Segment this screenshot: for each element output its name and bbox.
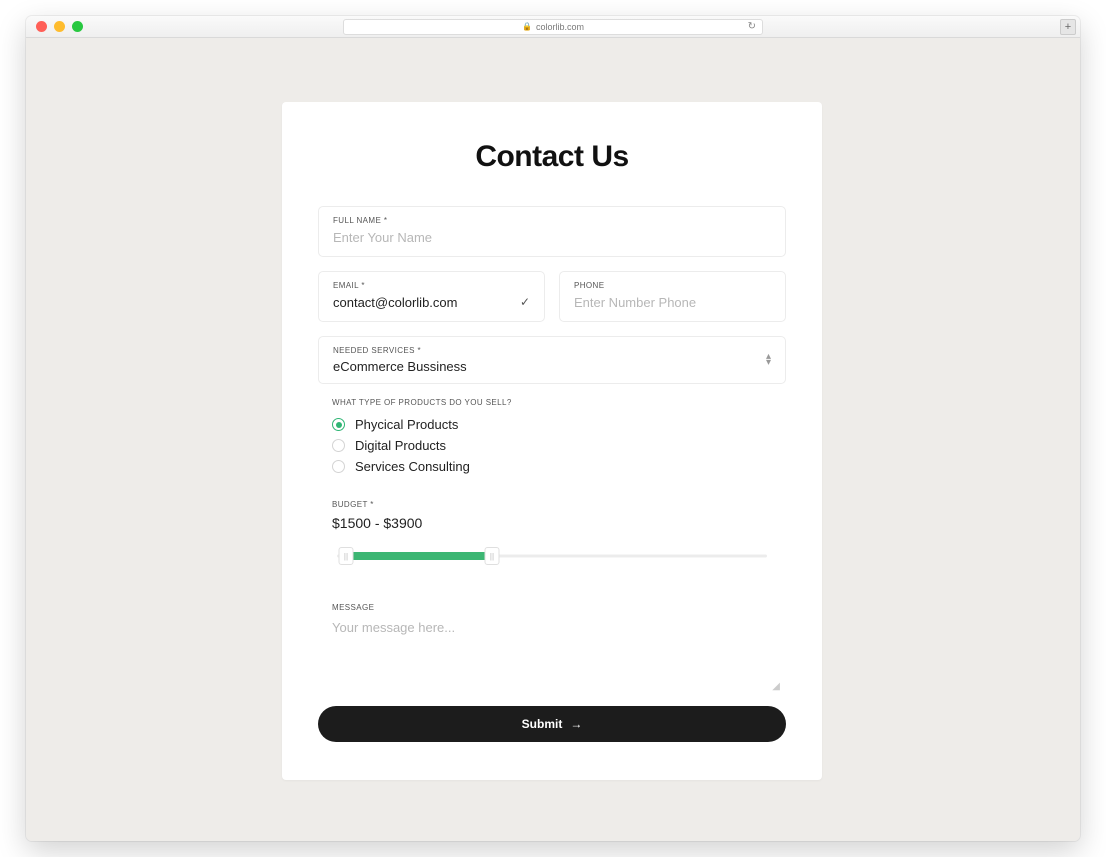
products-label: WHAT TYPE OF PRODUCTS DO YOU SELL? (332, 398, 786, 407)
radio-option-1[interactable]: Digital Products (332, 438, 786, 453)
budget-value: $1500 - $3900 (332, 515, 772, 531)
slider-handle-min[interactable]: || (339, 547, 354, 565)
check-icon: ✓ (520, 295, 530, 309)
submit-button[interactable]: Submit → (318, 706, 786, 742)
titlebar: 🔒 colorlib.com ↻ + (26, 16, 1080, 38)
phone-input[interactable] (574, 295, 771, 310)
maximize-window-icon[interactable] (72, 21, 83, 32)
radio-icon (332, 439, 345, 452)
address-bar[interactable]: 🔒 colorlib.com ↻ (343, 19, 763, 35)
email-field[interactable]: EMAIL * ✓ (318, 271, 545, 322)
contact-card: Contact Us FULL NAME * EMAIL * ✓ PHONE N… (282, 102, 822, 780)
service-value: eCommerce Bussiness (333, 359, 771, 374)
message-input[interactable] (332, 620, 772, 676)
slider-fill (346, 552, 488, 560)
budget-block: BUDGET * $1500 - $3900 || || (332, 500, 772, 563)
radio-icon (332, 460, 345, 473)
resize-grip-icon[interactable]: ◢ (332, 681, 780, 692)
new-tab-button[interactable]: + (1060, 19, 1076, 35)
fullname-label: FULL NAME * (333, 216, 771, 225)
slider-handle-max[interactable]: || (485, 547, 500, 565)
budget-slider[interactable]: || || (332, 549, 772, 563)
fullname-input[interactable] (333, 230, 771, 245)
arrow-right-icon: → (570, 717, 582, 731)
email-input[interactable] (333, 295, 530, 310)
service-field[interactable]: NEEDED SERVICES * eCommerce Bussiness ▴▾ (318, 336, 786, 384)
minimize-window-icon[interactable] (54, 21, 65, 32)
submit-label: Submit (522, 717, 563, 731)
fullname-field[interactable]: FULL NAME * (318, 206, 786, 257)
viewport: Contact Us FULL NAME * EMAIL * ✓ PHONE N… (26, 38, 1080, 841)
select-chevron-icon: ▴▾ (766, 354, 771, 366)
radio-icon (332, 418, 345, 431)
browser-window: 🔒 colorlib.com ↻ + Contact Us FULL NAME … (26, 16, 1080, 841)
products-radio-group: Phycical Products Digital Products Servi… (332, 417, 786, 474)
email-label: EMAIL * (333, 281, 530, 290)
close-window-icon[interactable] (36, 21, 47, 32)
reload-icon[interactable]: ↻ (748, 21, 756, 32)
service-label: NEEDED SERVICES * (333, 346, 771, 355)
phone-field[interactable]: PHONE (559, 271, 786, 322)
url-text: colorlib.com (536, 22, 584, 32)
message-label: MESSAGE (332, 603, 772, 612)
radio-label: Phycical Products (355, 417, 458, 432)
radio-option-0[interactable]: Phycical Products (332, 417, 786, 432)
radio-label: Services Consulting (355, 459, 470, 474)
lock-icon: 🔒 (522, 22, 532, 31)
radio-option-2[interactable]: Services Consulting (332, 459, 786, 474)
message-block: MESSAGE ◢ (332, 603, 772, 692)
budget-label: BUDGET * (332, 500, 772, 509)
radio-label: Digital Products (355, 438, 446, 453)
page-title: Contact Us (318, 140, 786, 174)
traffic-lights (36, 21, 83, 32)
phone-label: PHONE (574, 281, 771, 290)
